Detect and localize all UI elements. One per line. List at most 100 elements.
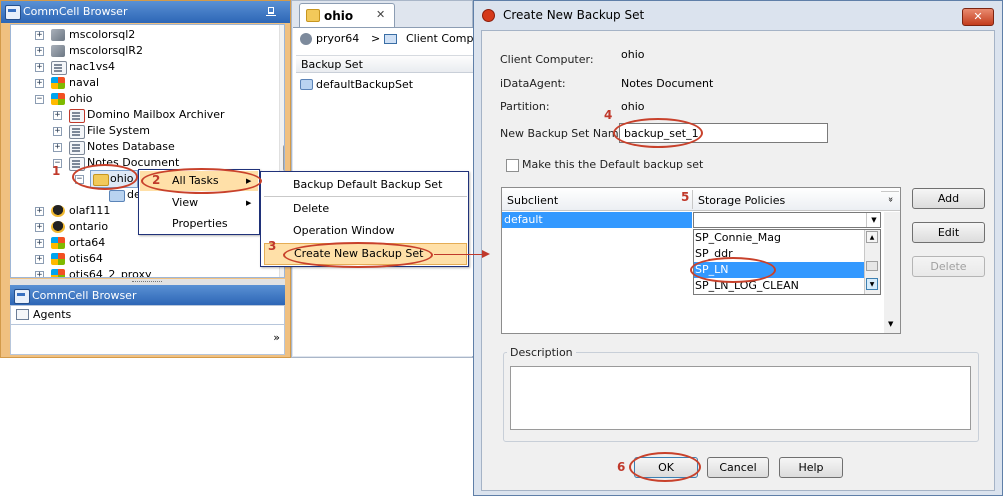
server-icon [51, 61, 67, 75]
annotation-number: 5 [681, 190, 690, 204]
more-chevron-icon[interactable]: » [273, 331, 280, 344]
storage-policy-combobox[interactable] [693, 212, 881, 228]
scroll-up-icon[interactable]: ▲ [283, 27, 284, 36]
collapse-icon[interactable]: − [35, 95, 44, 104]
annotation-number: 4 [604, 108, 613, 122]
expand-icon[interactable]: + [35, 79, 44, 88]
expand-icon[interactable]: + [35, 255, 44, 264]
annotation-ring [629, 452, 701, 482]
expand-icon[interactable]: + [35, 31, 44, 40]
scroll-down-icon[interactable]: ▼ [866, 278, 878, 290]
annotation-number: 6 [617, 460, 626, 474]
menu-item-properties[interactable]: Properties [140, 214, 258, 234]
dropdown-scrollbar[interactable]: ▲ ▼ [864, 230, 880, 294]
expand-icon[interactable]: + [35, 47, 44, 56]
menu-item-label: Backup Default Backup Set [293, 178, 443, 191]
expand-icon[interactable]: + [53, 127, 62, 136]
agents-item[interactable]: Agents [10, 305, 285, 325]
annotation-arrow [434, 254, 484, 255]
column-header-storage-policies[interactable]: Storage Policies [698, 194, 785, 207]
expand-icon[interactable]: + [35, 207, 44, 216]
expand-icon[interactable]: + [53, 111, 62, 120]
partition-value: ohio [621, 100, 645, 113]
column-header-subclient[interactable]: Subclient [507, 194, 558, 207]
backup-set-name-label: New Backup Set Name: [500, 127, 630, 140]
expand-icon[interactable]: + [35, 63, 44, 72]
backup-set-icon [300, 79, 313, 90]
tree-node-label: otis64_2_proxy [69, 268, 152, 278]
edit-button[interactable]: Edit [912, 222, 985, 243]
panel-header: CommCell Browser [1, 1, 290, 23]
client-computer-label: Client Computer: [500, 53, 594, 66]
backup-set-row[interactable]: defaultBackupSet [296, 76, 473, 94]
backup-set-label: defaultBackupSet [316, 78, 414, 91]
windows-icon [51, 269, 65, 277]
breadcrumb-client[interactable]: pryor64 [316, 28, 359, 50]
linux-icon [51, 205, 65, 217]
close-tab-icon[interactable]: ✕ [376, 8, 385, 21]
expand-icon[interactable]: + [35, 239, 44, 248]
menu-separator [264, 196, 467, 197]
menu-item-backup-default[interactable]: Backup Default Backup Set [262, 174, 467, 196]
menu-item-label: Operation Window [293, 224, 395, 237]
tree-node-label: Notes Database [87, 140, 175, 153]
agents-icon [16, 309, 29, 320]
background [0, 358, 473, 496]
menu-item-delete[interactable]: Delete [262, 198, 467, 219]
notes-database-icon [69, 141, 85, 155]
expand-icon[interactable]: + [35, 223, 44, 232]
breadcrumb-next[interactable]: Client Comput [406, 28, 473, 50]
menu-item-operation-window[interactable]: Operation Window [262, 220, 467, 241]
windows-icon [51, 77, 65, 89]
partition-label: Partition: [500, 100, 550, 113]
default-backup-set-checkbox[interactable] [506, 159, 519, 172]
backup-set-column-header[interactable]: Backup Set [296, 55, 473, 73]
annotation-arrow-head [482, 250, 490, 258]
archiver-icon [69, 109, 85, 123]
column-chooser-icon[interactable]: » [881, 191, 899, 207]
idataagent-label: iDataAgent: [500, 77, 566, 90]
tree-node-label: mscolorsqlR2 [69, 44, 143, 57]
description-textarea[interactable] [510, 366, 971, 430]
tree-node-label: orta64 [69, 236, 106, 249]
linux-icon [51, 221, 65, 233]
policy-option[interactable]: SP_Connie_Mag [694, 230, 864, 246]
commvault-icon [482, 9, 495, 22]
client-icon [300, 33, 312, 45]
add-button[interactable]: Add [912, 188, 985, 209]
annotation-ring [72, 164, 138, 190]
annotation-number: 2 [152, 173, 161, 187]
tree-node-label: Domino Mailbox Archiver [87, 108, 225, 121]
annotation-ring [283, 242, 433, 268]
expand-icon[interactable]: + [53, 143, 62, 152]
tree-node-label: olaf111 [69, 204, 111, 217]
commcell-tree[interactable]: + mscolorsql2 + mscolorsqlR2 + nac1vs4 +… [10, 24, 285, 278]
dialog-title: Create New Backup Set [503, 8, 645, 22]
tree-node-label: otis64 [69, 252, 103, 265]
delete-button[interactable]: Delete [912, 256, 985, 277]
pin-icon[interactable] [266, 1, 276, 23]
breadcrumb: pryor64 > Client Comput [296, 28, 473, 50]
commcell-browser-header-2[interactable]: CommCell Browser [10, 285, 285, 305]
annotation-number: 1 [52, 164, 61, 178]
close-dialog-button[interactable]: ✕ [962, 8, 994, 26]
grid-scrollbar[interactable]: ▼ [884, 212, 900, 333]
tree-node-label: ohio [69, 92, 93, 105]
windows-icon [51, 93, 65, 105]
scroll-thumb[interactable] [866, 261, 878, 271]
tab-label: ohio [324, 9, 354, 23]
expand-icon[interactable]: + [35, 271, 44, 277]
scroll-thumb[interactable] [283, 145, 284, 171]
subclient-cell-default[interactable]: default [502, 212, 692, 228]
scroll-down-icon[interactable]: ▼ [888, 320, 893, 328]
dropdown-arrow-icon[interactable]: ▼ [866, 213, 881, 227]
tree-node-label: naval [69, 76, 100, 89]
description-label: Description [507, 346, 576, 359]
menu-item-label: View [172, 196, 199, 209]
scroll-up-icon[interactable]: ▲ [866, 231, 878, 243]
cancel-button[interactable]: Cancel [707, 457, 769, 478]
breadcrumb-separator: > [371, 32, 381, 45]
menu-item-view[interactable]: View ▶ [140, 193, 258, 213]
tree-node-label: File System [87, 124, 150, 137]
help-button[interactable]: Help [779, 457, 843, 478]
